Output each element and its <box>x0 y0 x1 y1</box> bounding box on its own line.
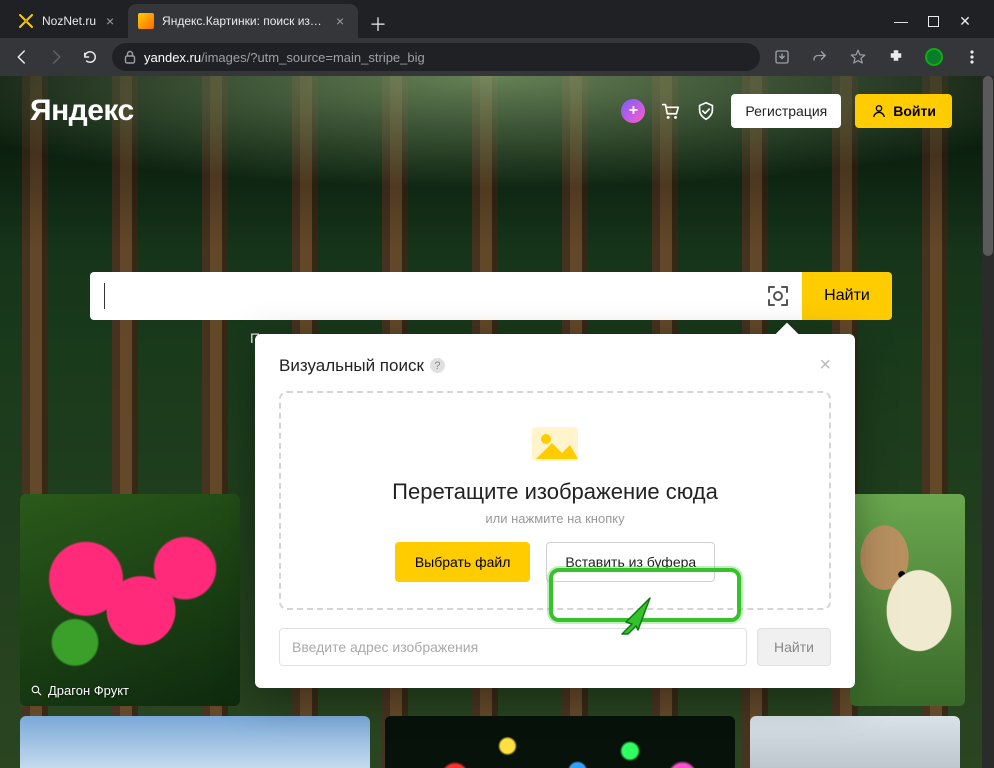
bookmark-icon[interactable] <box>846 45 870 69</box>
search-input[interactable] <box>90 272 802 320</box>
search-button[interactable]: Найти <box>802 272 892 320</box>
close-icon[interactable]: × <box>819 354 831 377</box>
window-controls: ― ✕ <box>880 14 986 38</box>
drop-title: Перетащите изображение сюда <box>301 479 809 505</box>
help-icon[interactable]: ? <box>430 358 445 373</box>
extensions-icon[interactable] <box>884 45 908 69</box>
image-card-dragon-fruit[interactable]: Драгон Фрукт <box>20 494 240 706</box>
yandex-logo[interactable]: Яндекс <box>30 94 134 128</box>
card-caption: Драгон Фрукт <box>48 683 129 698</box>
cart-icon[interactable] <box>659 100 681 122</box>
share-icon[interactable] <box>808 45 832 69</box>
install-icon[interactable] <box>770 45 794 69</box>
page-viewport: Яндекс + Регистрация Войти <box>0 76 994 768</box>
back-icon[interactable] <box>10 45 34 69</box>
choose-file-button[interactable]: Выбрать файл <box>395 542 531 582</box>
user-icon <box>871 103 887 119</box>
close-icon[interactable]: × <box>332 13 348 29</box>
magnifier-icon <box>30 684 43 697</box>
image-card-deer[interactable] <box>750 716 960 768</box>
toolbar-right <box>770 45 984 69</box>
paste-clipboard-label: Вставить из буфера <box>565 554 696 570</box>
url-search-button[interactable]: Найти <box>757 628 831 666</box>
popover-header: Визуальный поиск ? × <box>279 354 831 377</box>
image-search-icon[interactable] <box>764 282 792 310</box>
maximize-icon[interactable] <box>926 14 940 28</box>
url-row: Найти <box>279 628 831 666</box>
minimize-icon[interactable]: ― <box>894 14 908 28</box>
browser-titlebar: NozNet.ru × Яндекс.Картинки: поиск изобр… <box>0 0 994 38</box>
image-placeholder-icon <box>530 421 580 465</box>
search-button-label: Найти <box>824 287 870 305</box>
tab-title: Яндекс.Картинки: поиск изобра <box>162 14 326 28</box>
new-tab-button[interactable]: ＋ <box>364 10 392 38</box>
shield-icon[interactable] <box>695 100 717 122</box>
vertical-scrollbar[interactable] <box>982 76 994 768</box>
drop-buttons: Выбрать файл Вставить из буфера <box>301 542 809 582</box>
drop-zone[interactable]: Перетащите изображение сюда или нажмите … <box>279 391 831 610</box>
image-card-sky[interactable] <box>20 716 370 768</box>
url-path: /images/?utm_source=main_stripe_big <box>201 50 425 65</box>
plus-icon[interactable]: + <box>621 99 645 123</box>
image-card-dog[interactable] <box>850 494 965 706</box>
image-url-input[interactable] <box>279 628 747 666</box>
extension-badge[interactable] <box>922 45 946 69</box>
tab-strip: NozNet.ru × Яндекс.Картинки: поиск изобр… <box>8 0 880 38</box>
url-host: yandex.ru <box>144 50 201 65</box>
image-card-fireworks[interactable] <box>385 716 735 768</box>
drop-subtitle: или нажмите на кнопку <box>301 511 809 526</box>
text-cursor <box>104 283 105 309</box>
close-window-icon[interactable]: ✕ <box>958 14 972 28</box>
login-button[interactable]: Войти <box>855 94 952 128</box>
choose-file-label: Выбрать файл <box>415 554 511 570</box>
favicon-yandex <box>138 13 154 29</box>
reload-icon[interactable] <box>78 45 102 69</box>
paste-clipboard-button[interactable]: Вставить из буфера <box>546 542 715 582</box>
visual-search-popover: Визуальный поиск ? × Перетащите изображе… <box>255 334 855 688</box>
menu-icon[interactable] <box>960 45 984 69</box>
close-icon[interactable]: × <box>102 13 118 29</box>
forward-icon[interactable] <box>44 45 68 69</box>
card-label: Драгон Фрукт <box>30 683 129 698</box>
login-label: Войти <box>893 103 936 119</box>
register-button[interactable]: Регистрация <box>731 94 841 128</box>
lock-icon <box>124 50 136 64</box>
scrollbar-thumb[interactable] <box>983 76 993 256</box>
browser-toolbar: yandex.ru/images/?utm_source=main_stripe… <box>0 38 994 76</box>
page-content: Яндекс + Регистрация Войти <box>0 76 982 768</box>
tab-yandex-images[interactable]: Яндекс.Картинки: поиск изобра × <box>128 4 358 38</box>
address-bar[interactable]: yandex.ru/images/?utm_source=main_stripe… <box>112 43 760 71</box>
popover-title-text: Визуальный поиск <box>279 356 424 376</box>
tab-noznet[interactable]: NozNet.ru × <box>8 4 128 38</box>
popover-title: Визуальный поиск ? <box>279 356 445 376</box>
favicon-noznet <box>18 13 34 29</box>
cursor-pointer-icon <box>618 596 652 636</box>
register-label: Регистрация <box>745 103 827 119</box>
search-bar: Найти <box>90 272 892 320</box>
url-search-label: Найти <box>774 639 814 655</box>
url-text: yandex.ru/images/?utm_source=main_stripe… <box>144 50 425 65</box>
page-header: Яндекс + Регистрация Войти <box>30 94 952 128</box>
tab-title: NozNet.ru <box>42 14 96 28</box>
header-actions: + Регистрация Войти <box>621 94 952 128</box>
